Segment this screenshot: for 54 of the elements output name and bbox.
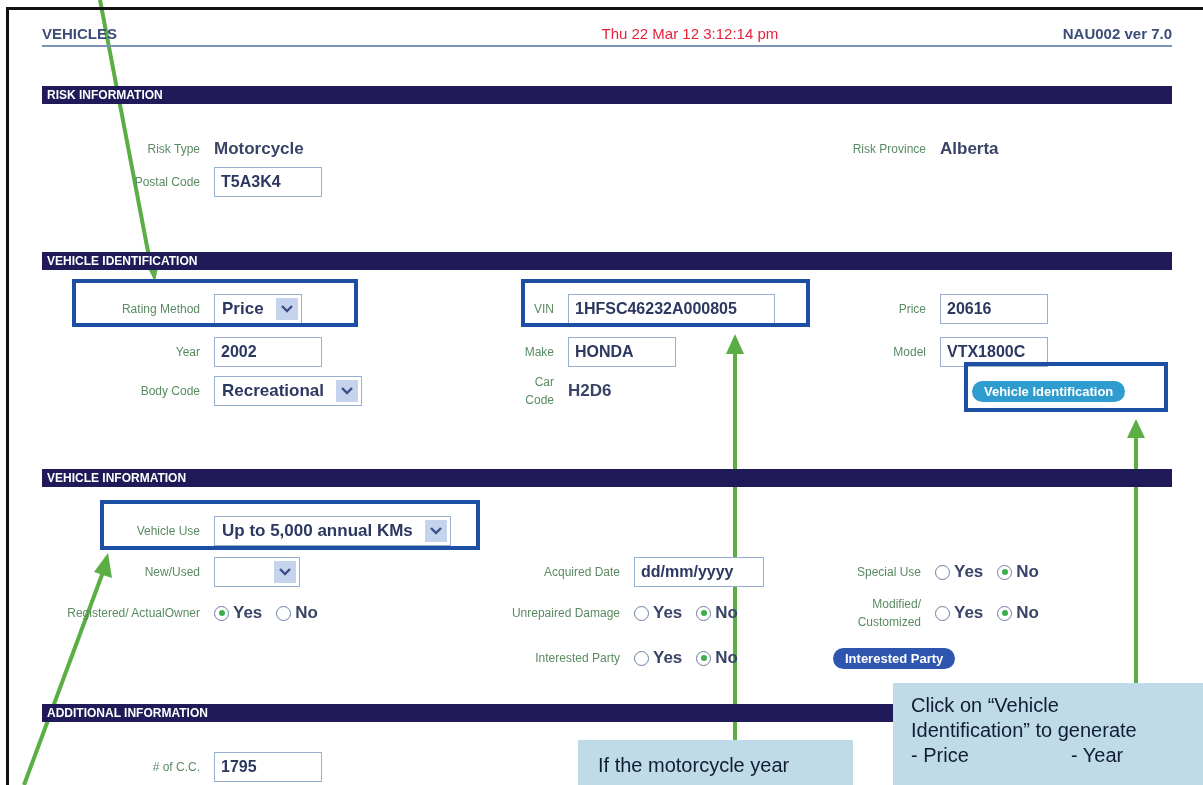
callout-text: - Year [1071, 743, 1125, 768]
field-label: Rating Method [121, 301, 200, 318]
date-time: Thu 22 Mar 12 3:12:14 pm [601, 25, 779, 42]
field-label: Model [893, 344, 926, 361]
action-button[interactable]: Interested Party [833, 647, 956, 669]
version-label: NAU002 ver 7.0 [1062, 25, 1172, 42]
input-field[interactable]: 1HFSC46232A000805 [568, 294, 775, 324]
input-field[interactable]: 1795 [214, 751, 322, 782]
chevron-down-icon [429, 527, 442, 535]
input-field[interactable]: VTX1800C [940, 337, 1048, 367]
field-label: Risk Province [852, 140, 926, 158]
field-label: Special Use [856, 564, 921, 581]
field-label: VIN [534, 301, 554, 318]
field-label: Car Code [524, 374, 554, 409]
input-field[interactable]: 20616 [940, 294, 1048, 324]
input-field[interactable]: T5A3K4 [214, 166, 322, 197]
field-label: Acquired Date [543, 564, 620, 581]
chevron-down-icon [279, 568, 291, 576]
chevron-down-icon [280, 305, 293, 313]
radio-option[interactable]: Yes [634, 648, 683, 668]
field-label: Body Code [140, 383, 200, 400]
field-label: Unrepaired Damage [511, 605, 620, 622]
radio-option[interactable]: Yes [935, 603, 984, 623]
radio-option[interactable]: No [276, 603, 318, 623]
section-header: VEHICLE IDENTIFICATION [42, 252, 1172, 270]
field-label: Interested Party [535, 650, 620, 667]
field-value: Motorcycle [214, 138, 304, 159]
radio-option[interactable]: Yes [634, 603, 683, 623]
field-label: # of C.C. [152, 758, 200, 776]
field-label: Vehicle Use [136, 523, 200, 540]
dropdown[interactable] [214, 557, 300, 587]
field-label: Risk Type [147, 140, 200, 158]
radio-option[interactable]: No [997, 562, 1039, 582]
input-field[interactable]: dd/mm/yyyy [634, 557, 764, 587]
callout-text: If the motorcycle year [598, 753, 791, 778]
field-value: H2D6 [568, 381, 612, 401]
field-label: New/Used [144, 564, 200, 581]
chevron-down-icon [341, 387, 354, 395]
dropdown[interactable]: Price [214, 294, 302, 324]
dropdown[interactable]: Recreational [214, 376, 363, 406]
radio-option[interactable]: Yes [214, 603, 263, 623]
section-header: VEHICLE INFORMATION [42, 469, 1172, 487]
field-label: Year [175, 344, 200, 361]
field-value: Alberta [940, 138, 999, 159]
field-label: Price [898, 301, 926, 318]
input-field[interactable]: HONDA [568, 337, 676, 367]
input-field[interactable]: 2002 [214, 337, 322, 367]
section-header: RISK INFORMATION [42, 86, 1172, 104]
callout-text: - Price [911, 743, 970, 768]
radio-option[interactable]: No [997, 603, 1039, 623]
radio-option[interactable]: Yes [935, 562, 984, 582]
field-label: Modified/ Customized [856, 596, 921, 631]
field-label: Make [524, 344, 554, 361]
dropdown[interactable]: Up to 5,000 annual KMs [214, 516, 451, 546]
